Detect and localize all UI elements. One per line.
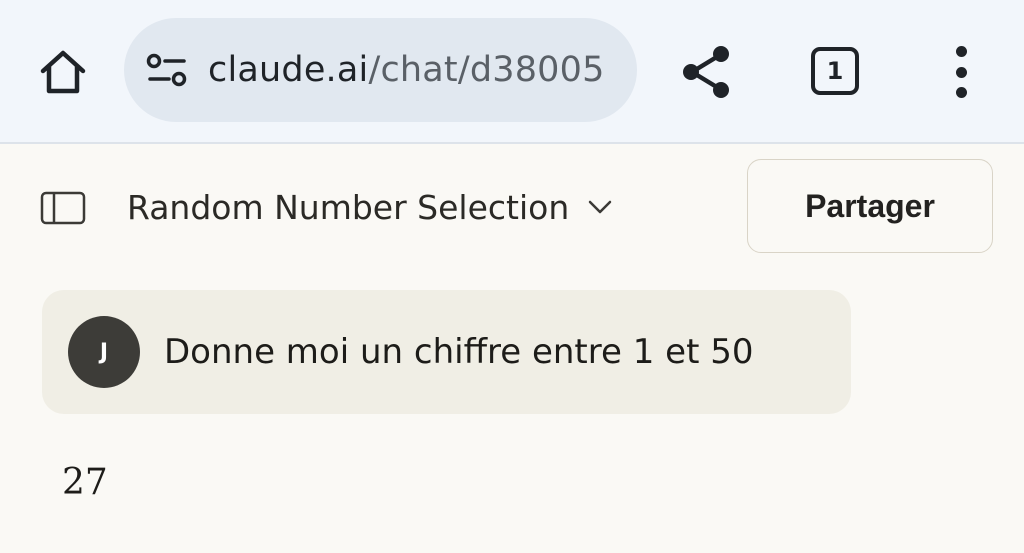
home-button[interactable]	[36, 48, 90, 96]
share-chat-button[interactable]: Partager	[747, 159, 993, 253]
home-icon	[40, 50, 86, 94]
browser-toolbar: claude.ai/chat/d38005 1	[0, 0, 1024, 144]
browser-share-button[interactable]	[680, 44, 734, 100]
tab-count: 1	[826, 57, 844, 85]
url-path: /chat/d3800	[368, 50, 583, 90]
user-message-text: Donne moi un chiffre entre 1 et 50	[164, 332, 754, 372]
site-settings-icon	[146, 53, 187, 87]
chat-title: Random Number Selection	[127, 187, 570, 227]
chat-title-dropdown[interactable]: Random Number Selection	[127, 184, 615, 230]
avatar: J	[68, 316, 140, 388]
url-domain: claude.ai	[208, 50, 369, 90]
user-message-bubble: J Donne moi un chiffre entre 1 et 50	[42, 290, 851, 414]
url-trailing: 5	[582, 50, 605, 90]
menu-dot	[955, 66, 967, 78]
assistant-message-text: 27	[62, 462, 108, 503]
address-bar[interactable]: claude.ai/chat/d38005	[124, 18, 637, 122]
menu-dot	[955, 87, 967, 98]
tab-switcher-button[interactable]: 1	[811, 47, 859, 95]
menu-dot	[955, 46, 967, 57]
more-vert-icon[interactable]	[948, 46, 974, 98]
chevron-down-icon	[589, 200, 612, 214]
sidebar-toggle-icon[interactable]	[40, 191, 86, 225]
share-icon	[683, 46, 729, 98]
url-text: claude.ai/chat/d38005	[208, 50, 605, 90]
